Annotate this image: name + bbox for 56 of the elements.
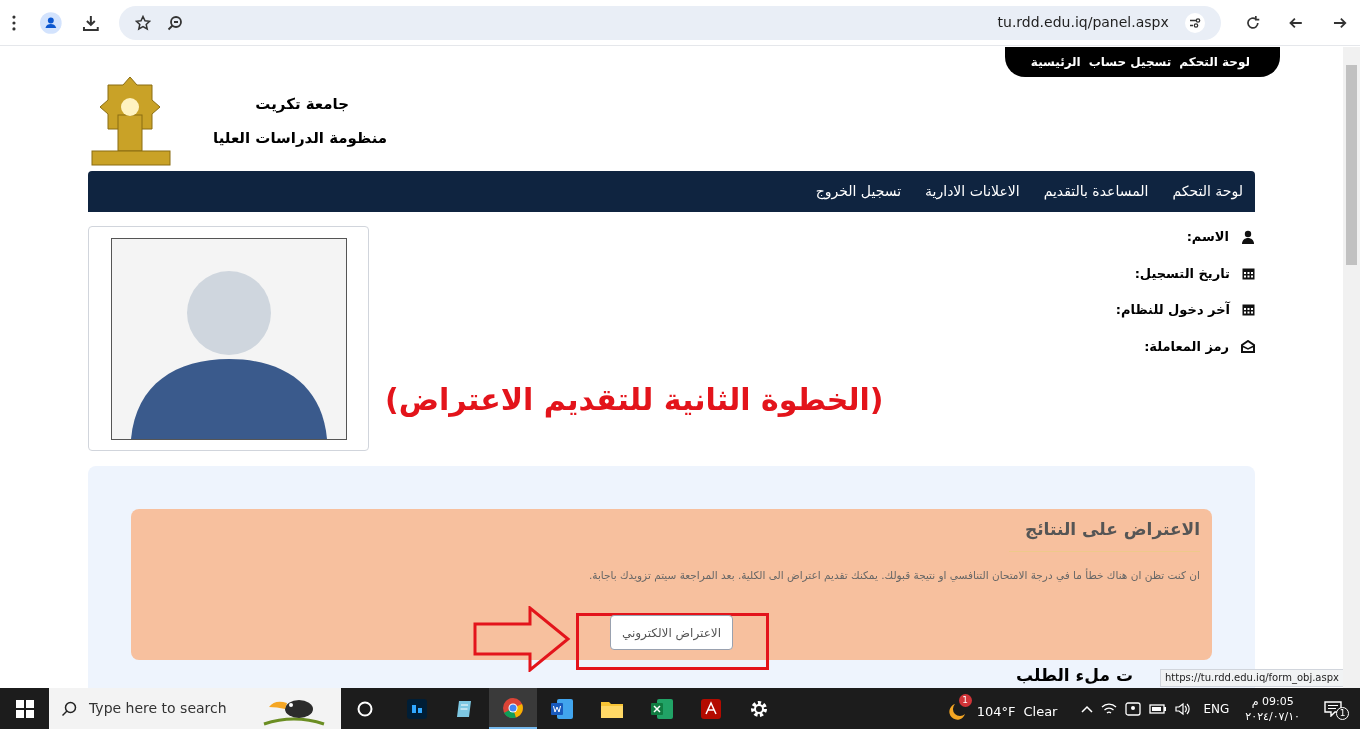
status-url-tooltip: https://tu.rdd.edu.iq/form_obj.aspx <box>1160 669 1343 687</box>
nav-link[interactable]: لوحة التحكم <box>1168 181 1247 202</box>
calendar-icon <box>1242 266 1255 280</box>
nav-link[interactable]: الاعلانات الادارية <box>921 181 1024 202</box>
chevron-up-icon[interactable] <box>1081 704 1094 713</box>
word-icon[interactable] <box>551 698 573 719</box>
nav-link[interactable]: المساعدة بالتقديم <box>1039 181 1153 202</box>
download-icon[interactable] <box>81 13 100 32</box>
taskbar-search-field[interactable]: Type here to search <box>49 688 341 729</box>
search-placeholder: Type here to search <box>89 699 227 718</box>
field-label: رمز المعاملة: <box>1144 337 1229 356</box>
language-indicator[interactable]: ENG <box>1203 699 1230 718</box>
chrome-taskbar-button[interactable] <box>489 688 537 729</box>
university-name: جامعة تكريت <box>254 93 351 115</box>
system-name: منظومة الدراسات العليا <box>213 128 388 149</box>
reload-icon[interactable] <box>1244 14 1261 31</box>
section-heading: ت ملء الطلب <box>1015 664 1133 687</box>
photoshop-icon[interactable] <box>407 698 427 719</box>
top-link[interactable]: الرئيسية <box>1030 53 1081 71</box>
field-label: تاريخ التسجيل: <box>1134 264 1230 283</box>
objection-title: الاعتراض على النتائج <box>1009 517 1200 552</box>
nav-link[interactable]: تسجيل الخروج <box>811 181 906 202</box>
site-settings-icon[interactable] <box>1184 12 1205 33</box>
folder-icon[interactable] <box>601 699 623 718</box>
calendar-icon <box>1242 303 1255 317</box>
scrollbar[interactable] <box>1343 47 1360 688</box>
annotation-text: (الخطوة الثانية للتقديم الاعتراض) <box>385 381 884 420</box>
meet-now-icon[interactable] <box>1125 701 1142 716</box>
weather-widget[interactable]: 1 104°F Clear <box>946 693 1058 724</box>
speaker-icon[interactable] <box>1175 701 1192 716</box>
objection-description: ان كنت تظن ان هناك خطأ ما في درجة الامتحان التنافسي او نتيجة قبولك. يمكنك تقديم اعتراض الى الكلية. بعد المراجعة سيتم تزويدك باجابة. <box>588 567 1200 584</box>
battery-icon[interactable] <box>1149 702 1168 715</box>
settings-icon[interactable] <box>749 698 769 719</box>
field-label: الاسم: <box>1186 228 1229 246</box>
notification-button[interactable]: 1 <box>1324 696 1352 721</box>
top-link[interactable]: تسجيل حساب <box>1088 53 1172 71</box>
user-icon <box>1241 229 1255 244</box>
wifi-icon[interactable] <box>1101 701 1118 716</box>
address-bar[interactable]: tu.rdd.edu.iq/panel.aspx <box>119 5 1221 40</box>
search-icon <box>61 700 77 717</box>
notification-icon <box>1324 700 1342 717</box>
field-label: آخر دخول للنظام: <box>1115 300 1230 320</box>
chrome-icon <box>502 696 524 719</box>
windows-start-icon[interactable] <box>16 699 34 718</box>
pdf-reader-icon[interactable] <box>701 698 721 719</box>
zoom-icon[interactable] <box>167 14 184 31</box>
url-text: tu.rdd.edu.iq/panel.aspx <box>997 13 1169 32</box>
envelope-icon <box>1241 339 1255 353</box>
bookmark-star-icon[interactable] <box>135 14 152 31</box>
top-link[interactable]: لوحة التحكم <box>1179 53 1250 71</box>
menu-icon[interactable] <box>12 14 16 31</box>
clock[interactable]: 09:05 م ٢٠٢٤/٠٧/١٠ <box>1245 693 1300 724</box>
profile-icon[interactable] <box>39 11 62 34</box>
task-view-icon[interactable] <box>357 700 373 717</box>
electronic-objection-button[interactable]: الاعتراض الالكتروني <box>610 615 733 650</box>
excel-icon[interactable] <box>651 698 673 719</box>
